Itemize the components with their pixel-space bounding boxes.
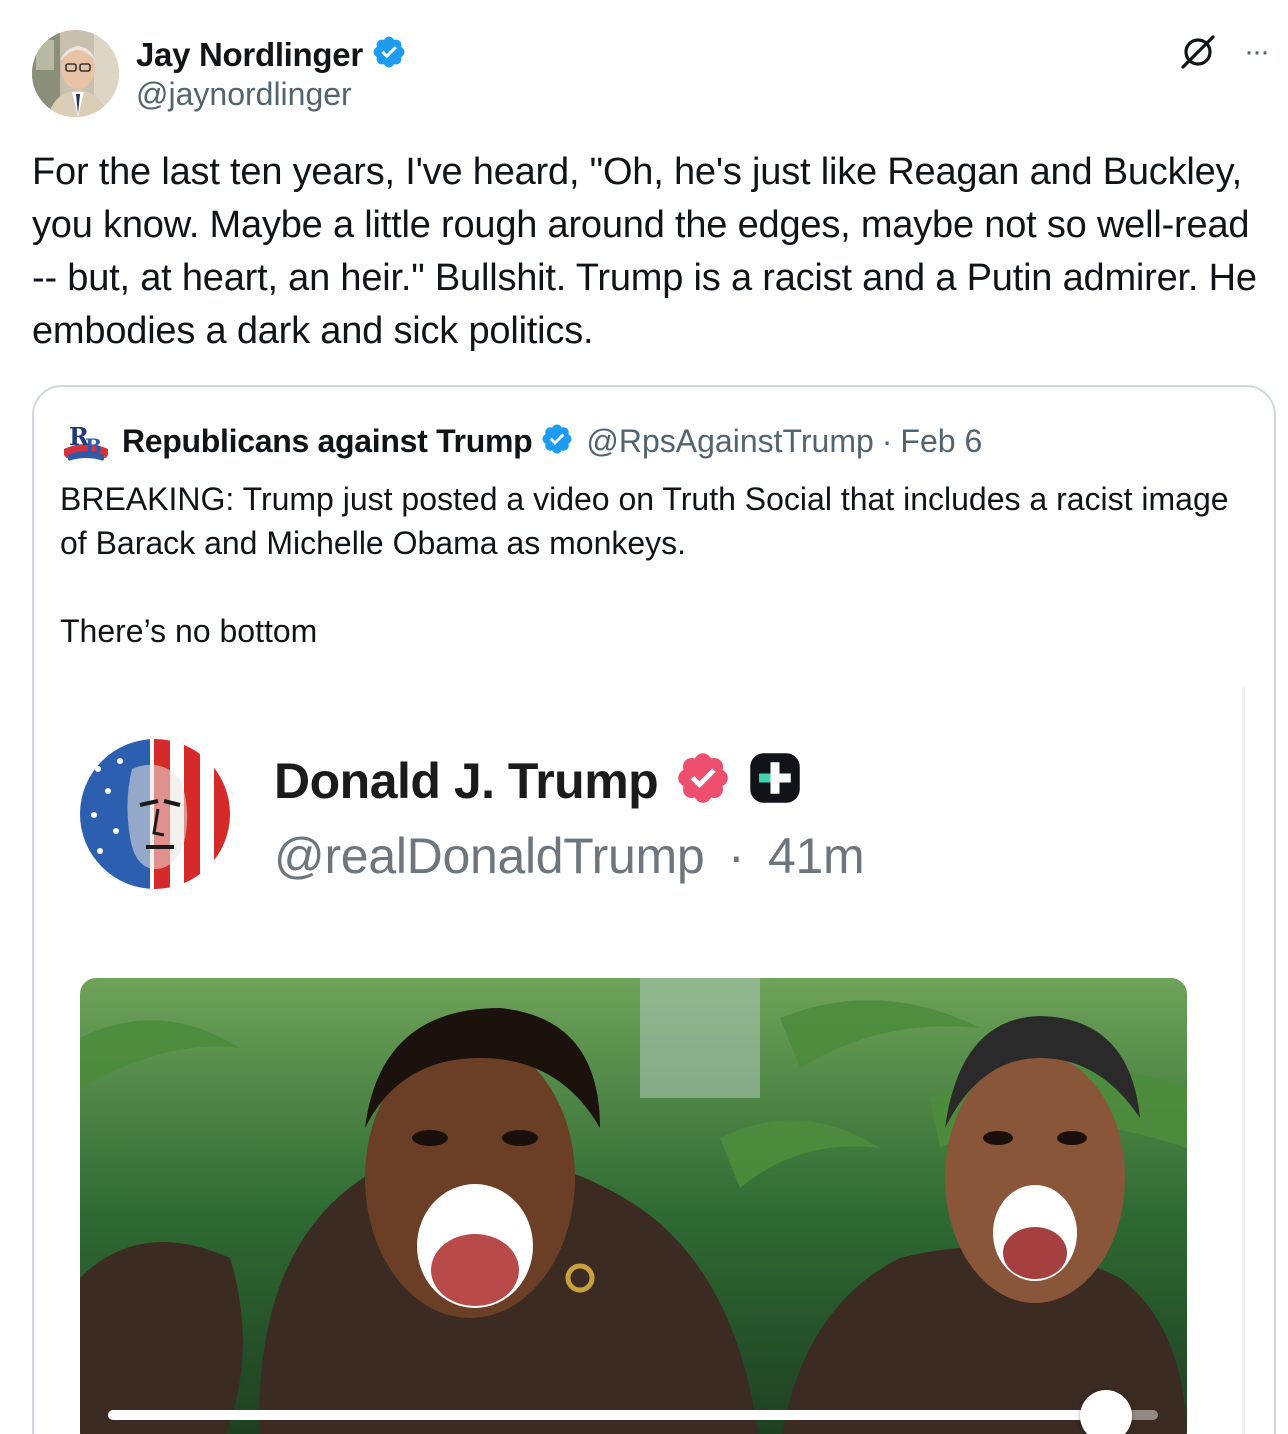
quoted-separator: · xyxy=(881,422,893,459)
verified-badge-icon xyxy=(363,34,407,75)
author-display-name[interactable]: Jay Nordlinger xyxy=(136,36,363,74)
quoted-tweet-card[interactable]: R B Republicans against Trump @RpsAgains… xyxy=(32,385,1276,1434)
video-frame xyxy=(80,978,1187,1434)
embedded-author-avatar xyxy=(80,739,230,889)
quoted-author-display-name[interactable]: Republicans against Trump xyxy=(122,423,533,460)
embedded-display-name: Donald J. Trump xyxy=(274,752,659,809)
quoted-author-handle[interactable]: @RpsAgainstTrump xyxy=(586,423,873,460)
embedded-screenshot-edge xyxy=(1242,687,1245,1434)
author-handle[interactable]: @jaynordlinger xyxy=(136,76,352,113)
truth-verified-badge-icon xyxy=(658,749,732,812)
quoted-tweet-text: BREAKING: Trump just posted a video on T… xyxy=(60,481,1229,649)
video-scrubber[interactable] xyxy=(108,1390,1158,1434)
quoted-author-avatar[interactable]: R B xyxy=(60,415,112,467)
quoted-verified-badge-icon xyxy=(532,422,586,461)
video-player[interactable] xyxy=(80,978,1187,1434)
tweet-header: Jay Nordlinger @jaynordlinger ··· xyxy=(32,30,1272,120)
truth-plus-icon xyxy=(732,751,802,810)
tweet-text: For the last ten years, I've heard, "Oh,… xyxy=(32,151,1257,352)
embedded-handle: @realDonaldTrump xyxy=(274,828,705,884)
author-name-row: Jay Nordlinger xyxy=(136,34,407,75)
grok-icon[interactable] xyxy=(1178,32,1218,72)
embedded-handle-row: @realDonaldTrump · 41m xyxy=(274,827,865,885)
embedded-time: 41m xyxy=(767,828,865,884)
svg-text:B: B xyxy=(85,434,102,458)
quoted-date[interactable]: Feb 6 xyxy=(900,423,982,460)
embedded-separator: · xyxy=(727,828,745,884)
video-progress xyxy=(108,1410,1106,1420)
quoted-tweet-header: R B Republicans against Trump @RpsAgains… xyxy=(60,415,982,467)
more-icon[interactable]: ··· xyxy=(1238,34,1274,70)
author-avatar[interactable] xyxy=(32,30,119,117)
video-scrubber-handle[interactable] xyxy=(1079,1390,1132,1434)
embedded-name-row: Donald J. Trump xyxy=(274,749,802,812)
